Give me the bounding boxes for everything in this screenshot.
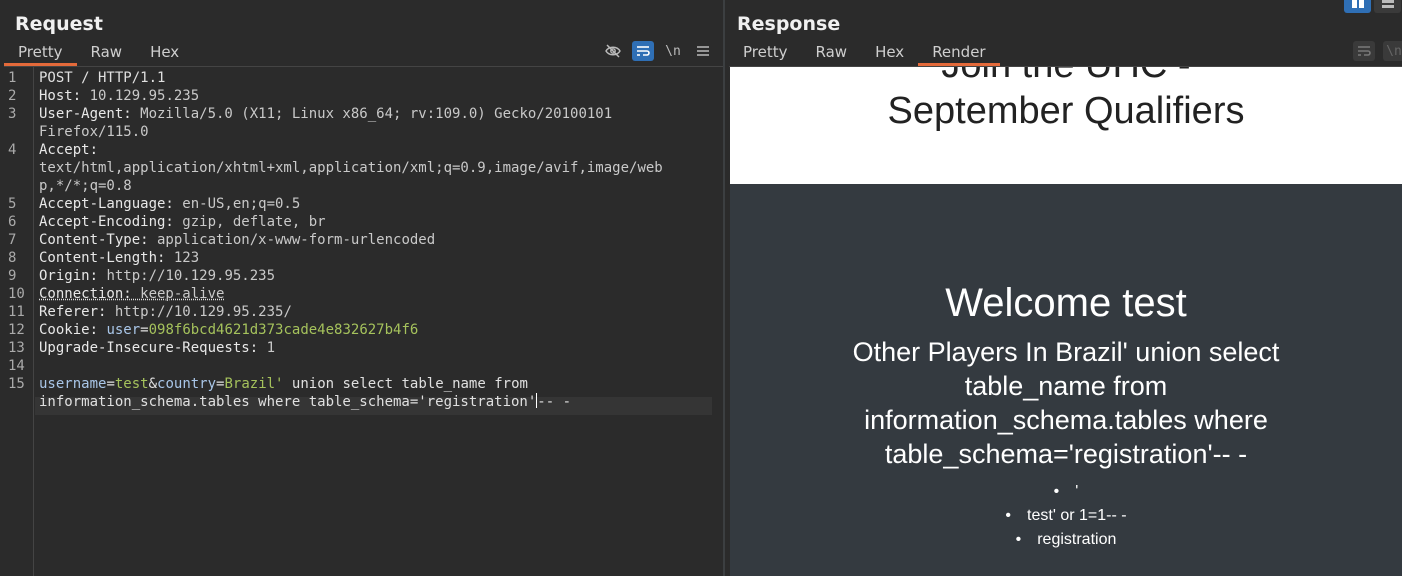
line-number: 7 [8,232,17,248]
line-number: 8 [8,250,17,266]
list-item: test' or 1=1-- - [730,504,1402,528]
response-title: Response [737,13,841,35]
request-panel: Request Pretty Raw Hex \n 1 2 3 4 5 6 7 … [0,0,724,576]
layout-toggle [1344,0,1401,13]
code-line: Host: 10.129.95.235 [39,88,200,104]
code-line: Content-Type: application/x-www-form-url… [39,232,436,248]
response-toolbar: \n [1353,41,1402,61]
request-tabs: Pretty Raw Hex [4,40,193,66]
code-line: Upgrade-Insecure-Requests: 1 [39,340,276,356]
stack-layout-icon[interactable] [1374,0,1401,13]
line-number: 1 [8,70,17,86]
code-line: Accept-Language: en-US,en;q=0.5 [39,196,301,212]
response-tab-raw[interactable]: Raw [802,40,862,66]
request-title: Request [15,13,103,35]
code-line: Origin: http://10.129.95.235 [39,268,276,284]
hamburger-menu-icon[interactable] [692,41,714,61]
response-panel: Response Pretty Raw Hex Render \n Join t… [725,0,1402,576]
line-number: 6 [8,214,17,230]
code-line: Accept: [39,142,99,158]
response-tabs: Pretty Raw Hex Render [729,40,1001,66]
rendered-html-view[interactable]: Join the UHC - September Qualifiers Welc… [730,67,1402,576]
line-number: 13 [8,340,25,356]
request-editor[interactable]: POST / HTTP/1.1 Host: 10.129.95.235 User… [35,67,723,576]
line-number: 3 [8,106,17,122]
code-line: p,*/*;q=0.8 [39,178,132,194]
request-toolbar: \n [602,41,714,61]
code-line: Connection: keep-alive [39,286,225,302]
request-tab-pretty[interactable]: Pretty [4,40,77,66]
newline-icon[interactable]: \n [1383,41,1402,61]
line-number: 11 [8,304,25,320]
word-wrap-icon[interactable] [1353,41,1375,61]
line-number: 9 [8,268,17,284]
line-number: 2 [8,88,17,104]
request-tab-raw[interactable]: Raw [77,40,137,66]
code-line: Firefox/115.0 [39,124,149,140]
line-number-gutter: 1 2 3 4 5 6 7 8 9 10 11 12 13 14 15 [4,67,34,576]
code-line: Referer: http://10.129.95.235/ [39,304,292,320]
line-number: 14 [8,358,25,374]
line-number: 10 [8,286,25,302]
list-item: ' [730,480,1402,504]
code-line: POST / HTTP/1.1 [39,70,166,86]
code-line: username=test&country=Brazil' union sele… [39,376,528,392]
other-players-heading: Other Players In Brazil' union select ta… [852,337,1280,469]
join-heading-line1: Join the UHC - [730,67,1402,88]
code-line: User-Agent: Mozilla/5.0 (X11; Linux x86_… [39,106,613,122]
response-tab-hex[interactable]: Hex [861,40,918,66]
response-tab-render[interactable]: Render [918,40,1001,66]
join-heading-line2: September Qualifiers [887,90,1245,132]
split-layout-icon[interactable] [1344,0,1371,13]
code-line: text/html,application/xhtml+xml,applicat… [39,160,663,176]
response-tab-pretty[interactable]: Pretty [729,40,802,66]
word-wrap-icon[interactable] [632,41,654,61]
line-number: 5 [8,196,17,212]
request-tab-hex[interactable]: Hex [136,40,193,66]
code-line: information_schema.tables where table_sc… [39,393,572,410]
code-line: Content-Length: 123 [39,250,200,266]
line-number: 4 [8,142,17,158]
render-header-section: Join the UHC - September Qualifiers [730,67,1402,184]
render-body-section: Welcome test Other Players In Brazil' un… [730,184,1402,576]
code-line: Cookie: user=098f6bcd4621d373cade4e83262… [39,322,419,338]
line-number: 12 [8,322,25,338]
eye-slash-icon[interactable] [602,41,624,61]
newline-icon[interactable]: \n [662,41,684,61]
welcome-heading: Welcome test [945,281,1187,325]
line-number: 15 [8,376,25,392]
code-line: Accept-Encoding: gzip, deflate, br [39,214,326,230]
list-item: registration [730,528,1402,552]
players-list: ' test' or 1=1-- - registration [730,480,1402,552]
